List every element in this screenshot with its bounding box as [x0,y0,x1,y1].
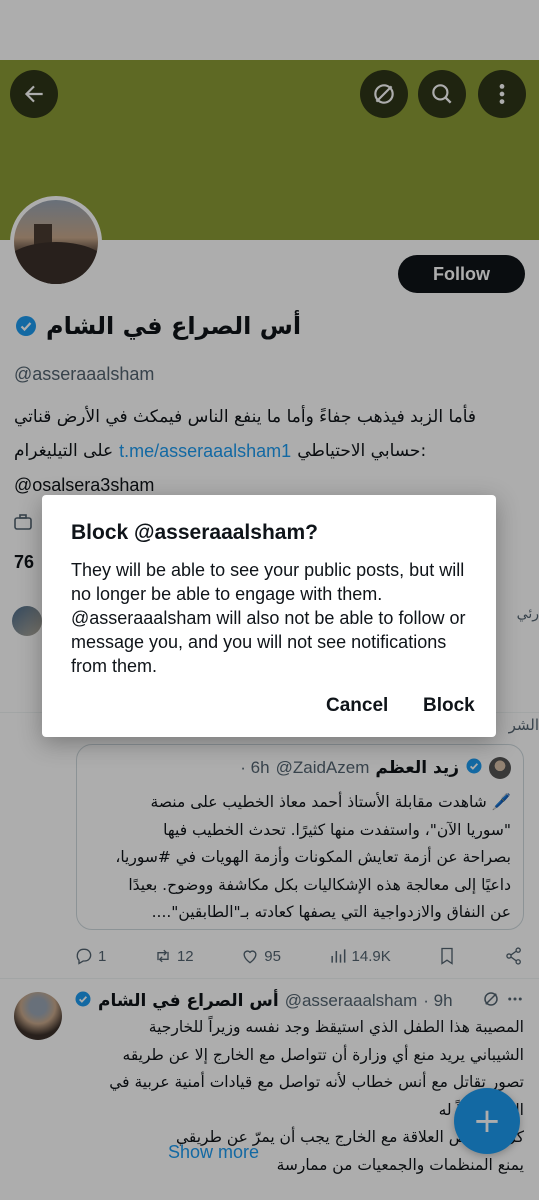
block-dialog: Block @asseraaalsham? They will be able … [42,495,496,737]
dialog-body: They will be able to see your public pos… [71,560,466,676]
block-button[interactable]: Block [423,695,475,717]
dialog-title: Block @asseraaalsham? [71,521,318,544]
cancel-button[interactable]: Cancel [326,695,388,717]
